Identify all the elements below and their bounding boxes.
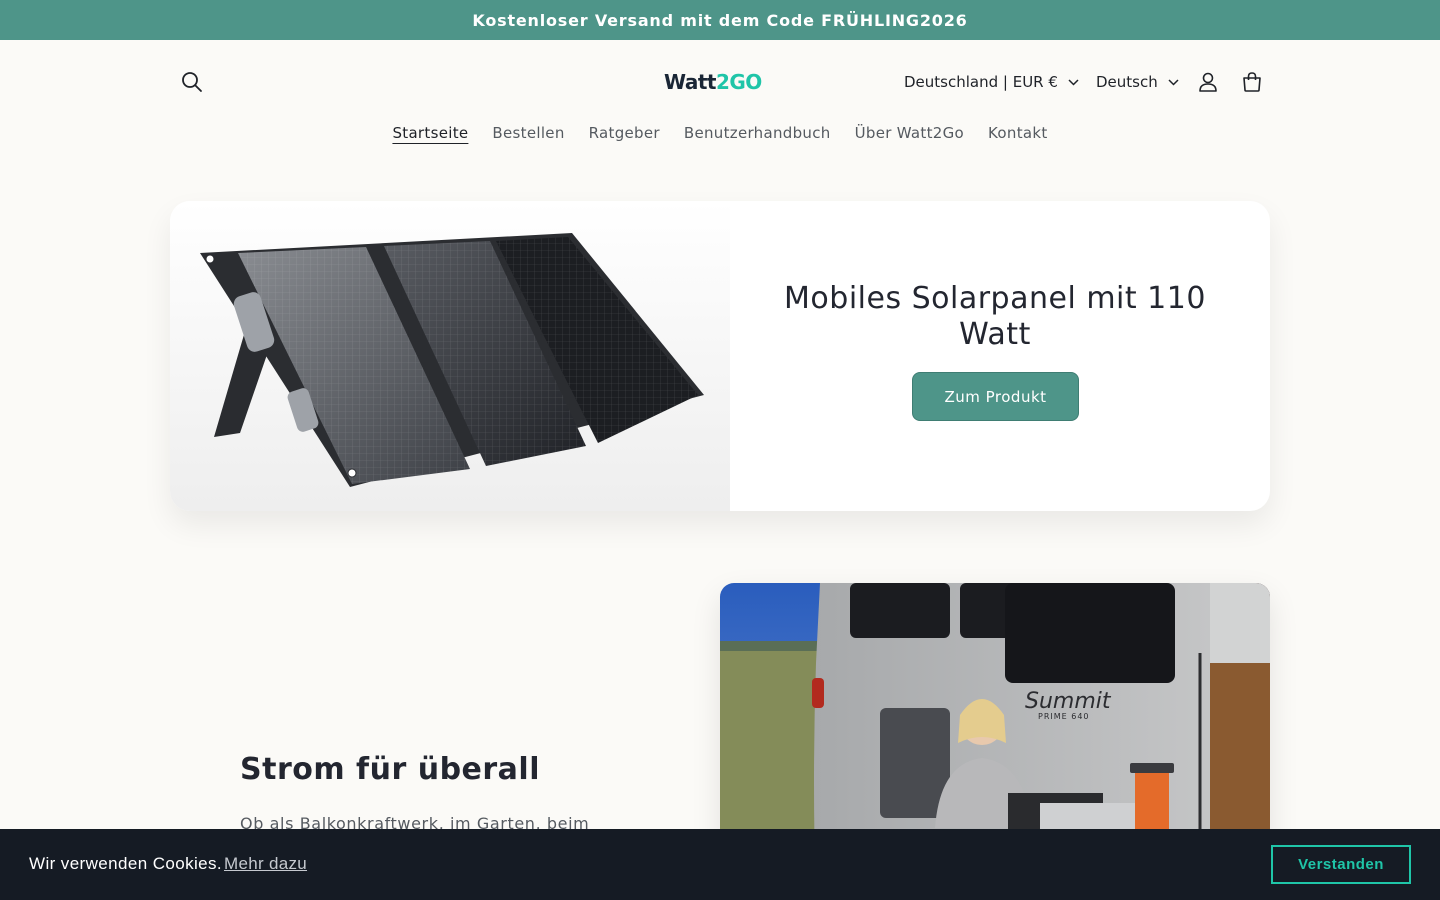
cookie-message: Wir verwenden Cookies.	[29, 854, 223, 873]
feature-title: Strom für überall	[240, 752, 540, 787]
search-icon	[182, 72, 202, 92]
logo-text-watt: Watt	[664, 70, 716, 94]
site-header: Watt 2GO Deutschland | EUR € Deutsch	[0, 40, 1440, 124]
nav-item-ratgeber[interactable]: Ratgeber	[589, 124, 660, 148]
country-selector-label: Deutschland | EUR €	[904, 73, 1058, 91]
van-model-text: PRIME 640	[1038, 712, 1090, 721]
announcement-text: Kostenloser Versand mit dem Code FRÜHLIN…	[472, 10, 968, 30]
logo-text-2go: 2GO	[715, 70, 762, 94]
van-brand-text: Summit	[1025, 689, 1112, 714]
language-selector[interactable]: Deutsch	[1096, 70, 1179, 94]
nav-item-kontakt[interactable]: Kontakt	[988, 124, 1048, 148]
main-nav: Startseite Bestellen Ratgeber Benutzerha…	[0, 124, 1440, 148]
cart-button[interactable]	[1232, 62, 1272, 102]
account-icon	[1199, 72, 1217, 92]
cookie-learn-more-link[interactable]: Mehr dazu	[224, 854, 307, 874]
chevron-down-icon	[1068, 78, 1079, 86]
cart-icon	[1243, 72, 1261, 92]
solar-panel-image	[170, 201, 730, 511]
account-button[interactable]	[1188, 62, 1228, 102]
nav-item-bestellen[interactable]: Bestellen	[492, 124, 564, 148]
nav-item-startseite[interactable]: Startseite	[392, 124, 468, 148]
country-selector[interactable]: Deutschland | EUR €	[904, 70, 1079, 94]
chevron-down-icon	[1168, 78, 1179, 86]
hero-banner: Mobiles Solarpanel mit 110 Watt Zum Prod…	[170, 201, 1270, 511]
language-selector-label: Deutsch	[1096, 73, 1158, 91]
search-button[interactable]	[172, 62, 212, 102]
cookie-accept-button[interactable]: Verstanden	[1271, 845, 1411, 884]
nav-item-benutzerhandbuch[interactable]: Benutzerhandbuch	[684, 124, 831, 148]
zum-produkt-button[interactable]: Zum Produkt	[913, 373, 1078, 420]
hero-title: Mobiles Solarpanel mit 110 Watt	[784, 281, 1206, 352]
nav-item-ueber-watt2go[interactable]: Über Watt2Go	[855, 124, 964, 148]
site-logo[interactable]: Watt 2GO	[664, 70, 776, 94]
announcement-bar: Kostenloser Versand mit dem Code FRÜHLIN…	[0, 0, 1440, 40]
cookie-banner: Wir verwenden Cookies. Mehr dazu Verstan…	[0, 829, 1440, 900]
